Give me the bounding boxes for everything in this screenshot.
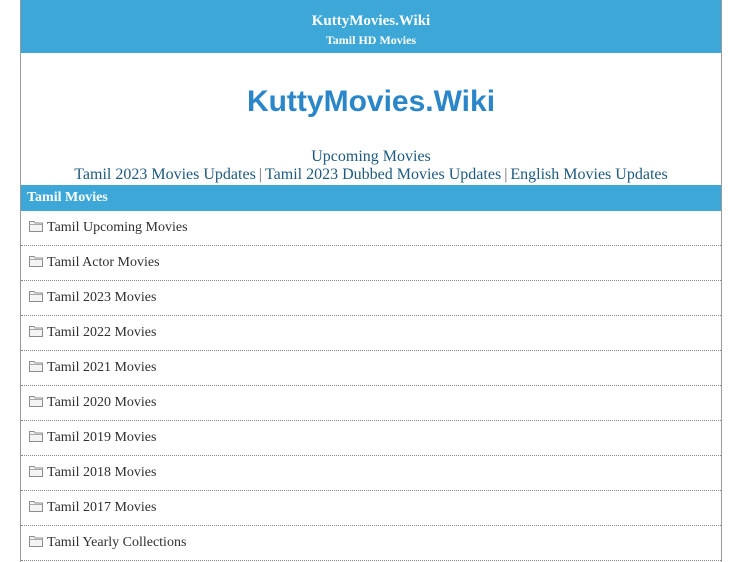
list-item[interactable]: Tamil 2022 Movies xyxy=(21,316,721,351)
header-site-name[interactable]: KuttyMovies.Wiki xyxy=(21,13,721,30)
nav-links: Upcoming Movies Tamil 2023 Movies Update… xyxy=(21,148,721,184)
list-item[interactable]: Tamil Actor Movies xyxy=(21,246,721,281)
nav-separator: | xyxy=(504,166,508,183)
list-item[interactable]: Tamil 2021 Movies xyxy=(21,351,721,386)
list-item-label: Tamil 2021 Movies xyxy=(47,360,157,375)
list-item[interactable]: Tamil 2020 Movies xyxy=(21,386,721,421)
list-item[interactable]: Tamil 2019 Movies xyxy=(21,421,721,456)
page-container: KuttyMovies.Wiki Tamil HD Movies KuttyMo… xyxy=(20,0,722,562)
folder-icon xyxy=(29,535,43,547)
list-item-label: Tamil 2017 Movies xyxy=(47,500,157,515)
folder-icon xyxy=(29,430,43,442)
list-item[interactable]: Tamil Upcoming Movies xyxy=(21,211,721,246)
list-item[interactable]: Tamil Yearly Collections xyxy=(21,526,721,561)
folder-icon xyxy=(29,395,43,407)
site-logo[interactable]: KuttyMovies.Wiki xyxy=(247,85,495,119)
header-bar: KuttyMovies.Wiki Tamil HD Movies xyxy=(21,0,721,53)
list-item-label: Tamil 2022 Movies xyxy=(47,325,157,340)
list-item-label: Tamil 2020 Movies xyxy=(47,395,157,410)
folder-icon xyxy=(29,500,43,512)
nav-link-english[interactable]: English Movies Updates xyxy=(510,166,667,183)
folder-icon xyxy=(29,255,43,267)
nav-link-tamil-2023-dubbed[interactable]: Tamil 2023 Dubbed Movies Updates xyxy=(265,166,501,183)
nav-link-tamil-2023[interactable]: Tamil 2023 Movies Updates xyxy=(74,166,256,183)
list-item[interactable]: Tamil 2017 Movies xyxy=(21,491,721,526)
header-tagline: Tamil HD Movies xyxy=(325,33,417,47)
folder-icon xyxy=(29,465,43,477)
list-item[interactable]: Tamil 2018 Movies xyxy=(21,456,721,491)
category-list: Tamil Upcoming Movies Tamil Actor Movies T… xyxy=(21,211,721,561)
list-item-label: Tamil 2018 Movies xyxy=(47,465,157,480)
list-item-label: Tamil Actor Movies xyxy=(47,255,160,270)
list-item-label: Tamil 2023 Movies xyxy=(47,290,157,305)
folder-icon xyxy=(29,360,43,372)
nav-separator: | xyxy=(258,166,262,183)
folder-icon xyxy=(29,290,43,302)
list-item-label: Tamil Yearly Collections xyxy=(47,535,187,550)
folder-icon xyxy=(29,325,43,337)
list-item[interactable]: Tamil 2023 Movies xyxy=(21,281,721,316)
list-item-label: Tamil Upcoming Movies xyxy=(47,220,188,235)
folder-icon xyxy=(29,220,43,232)
logo-area: KuttyMovies.Wiki xyxy=(21,53,721,148)
nav-link-upcoming[interactable]: Upcoming Movies xyxy=(311,148,431,165)
section-header: Tamil Movies xyxy=(21,185,721,211)
list-item-label: Tamil 2019 Movies xyxy=(47,430,157,445)
